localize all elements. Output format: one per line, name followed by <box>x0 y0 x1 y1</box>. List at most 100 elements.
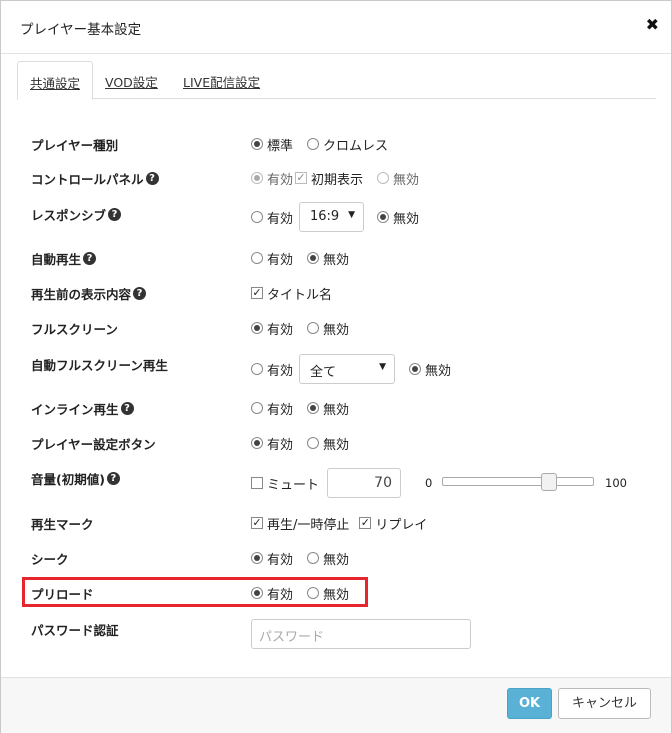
radio-button[interactable] <box>409 363 421 375</box>
password-input[interactable]: パスワード <box>251 619 471 649</box>
tab-vod-settings[interactable]: VOD設定 <box>93 61 170 99</box>
dialog-title: プレイヤー基本設定 <box>20 22 142 38</box>
responsive-disabled-option[interactable]: 無効 <box>377 208 419 227</box>
dialog-footer: OK キャンセル <box>1 677 671 733</box>
radio-button[interactable] <box>307 322 320 334</box>
option-label: 有効 <box>267 552 294 568</box>
radio-button[interactable] <box>251 552 263 564</box>
checkbox[interactable]: ✓ <box>251 517 263 529</box>
option-label: 有効 <box>267 437 294 453</box>
volume-max-label: 100 <box>605 476 627 490</box>
settings-button-enabled-option[interactable]: 有効 <box>251 434 293 453</box>
auto-fullscreen-select[interactable]: 全て ▼ <box>299 354 395 384</box>
ok-button[interactable]: OK <box>507 688 552 719</box>
play-mark-play-pause-option[interactable]: ✓ 再生/一時停止 <box>251 514 349 533</box>
label-text: レスポンシブ <box>31 207 107 223</box>
option-label: ミュート <box>267 477 320 493</box>
player-type-standard-option[interactable]: 標準 <box>251 135 293 154</box>
option-label: 有効 <box>267 252 294 268</box>
checkbox[interactable]: ✓ <box>251 287 263 299</box>
autoplay-enabled-option[interactable]: 有効 <box>251 249 293 268</box>
radio-button[interactable] <box>307 138 320 150</box>
play-mark-label: 再生マーク <box>31 516 94 532</box>
volume-slider-track[interactable] <box>442 477 594 486</box>
pre-play-title-option[interactable]: ✓ タイトル名 <box>251 284 332 303</box>
radio-button[interactable] <box>307 552 320 564</box>
option-label: 無効 <box>323 252 350 268</box>
tab-common-settings[interactable]: 共通設定 <box>17 61 94 100</box>
control-panel-enabled-option: 有効 <box>251 169 293 188</box>
help-icon[interactable]: ? <box>145 171 159 185</box>
radio-button[interactable] <box>251 363 263 375</box>
option-label: 初期表示 <box>311 172 364 188</box>
control-panel-initial-display-option[interactable]: ✓ 初期表示 <box>295 169 363 188</box>
fullscreen-enabled-option[interactable]: 有効 <box>251 319 293 338</box>
tab-live-settings[interactable]: LIVE配信設定 <box>171 61 272 99</box>
inline-play-label: インライン再生? <box>31 398 134 418</box>
option-label: 有効 <box>267 363 294 379</box>
close-icon[interactable]: ✖ <box>646 16 659 34</box>
player-type-label: プレイヤー種別 <box>31 137 119 153</box>
setting-row-password: パスワード認証 パスワード <box>1 619 671 653</box>
responsive-enabled-option[interactable]: 有効 <box>251 208 293 227</box>
setting-row-play-mark: 再生マーク ✓ 再生/一時停止 ✓ リプレイ <box>1 513 671 541</box>
help-icon[interactable]: ? <box>120 401 134 415</box>
volume-mute-option[interactable]: ミュート <box>251 474 319 493</box>
radio-button[interactable] <box>251 587 263 599</box>
radio-button[interactable] <box>251 402 263 414</box>
radio-button[interactable] <box>251 437 263 449</box>
help-icon[interactable]: ? <box>133 286 147 300</box>
radio-button[interactable] <box>307 587 320 599</box>
help-icon[interactable]: ? <box>106 471 120 485</box>
select-value: 16:9 <box>310 209 340 224</box>
autoplay-disabled-option[interactable]: 無効 <box>307 249 349 268</box>
radio-button[interactable] <box>307 402 320 414</box>
checkbox[interactable]: ✓ <box>295 172 308 184</box>
radio-button[interactable] <box>307 437 320 449</box>
control-panel-disabled-option: 無効 <box>377 169 419 188</box>
responsive-ratio-select[interactable]: 16:9 ▼ <box>299 202 364 232</box>
player-type-chromeless-option[interactable]: クロムレス <box>307 135 388 154</box>
auto-fullscreen-enabled-option[interactable]: 有効 <box>251 360 293 379</box>
preload-enabled-option[interactable]: 有効 <box>251 584 293 603</box>
setting-row-responsive: レスポンシブ? 有効 16:9 ▼ 無効 <box>1 202 671 232</box>
volume-label: 音量(初期値)? <box>31 468 120 488</box>
checkbox[interactable]: ✓ <box>359 517 372 529</box>
radio-button[interactable] <box>307 252 320 264</box>
option-label: 無効 <box>425 363 452 379</box>
radio-button[interactable] <box>251 252 263 264</box>
responsive-label: レスポンシブ? <box>31 204 122 224</box>
play-mark-replay-option[interactable]: ✓ リプレイ <box>359 514 427 533</box>
settings-button-disabled-option[interactable]: 無効 <box>307 434 349 453</box>
radio-button[interactable] <box>251 138 263 150</box>
seek-enabled-option[interactable]: 有効 <box>251 549 293 568</box>
setting-row-fullscreen: フルスクリーン 有効 無効 <box>1 318 671 346</box>
radio-button[interactable] <box>251 322 263 334</box>
label-text: コントロールパネル <box>31 171 144 187</box>
help-icon[interactable]: ? <box>108 207 122 221</box>
label-text: インライン再生 <box>31 401 119 417</box>
label-text: 自動再生 <box>31 251 82 267</box>
password-label: パスワード認証 <box>31 622 119 638</box>
auto-fullscreen-disabled-option[interactable]: 無効 <box>409 360 451 379</box>
volume-input[interactable]: 70 <box>327 468 401 498</box>
radio-button[interactable] <box>251 211 263 223</box>
inline-play-enabled-option[interactable]: 有効 <box>251 399 293 418</box>
fullscreen-disabled-option[interactable]: 無効 <box>307 319 349 338</box>
cancel-button[interactable]: キャンセル <box>558 688 651 719</box>
setting-row-inline-play: インライン再生? 有効 無効 <box>1 398 671 426</box>
volume-slider-handle[interactable] <box>541 473 558 491</box>
seek-disabled-option[interactable]: 無効 <box>307 549 349 568</box>
fullscreen-label: フルスクリーン <box>31 321 118 337</box>
inline-play-disabled-option[interactable]: 無効 <box>307 399 349 418</box>
checkbox[interactable] <box>251 477 263 489</box>
autoplay-label: 自動再生? <box>31 248 97 268</box>
help-icon[interactable]: ? <box>83 251 97 265</box>
radio-button[interactable] <box>377 211 389 223</box>
preload-disabled-option[interactable]: 無効 <box>307 584 349 603</box>
option-label: 有効 <box>267 402 294 418</box>
radio-button <box>377 172 390 184</box>
label-text: 音量(初期値) <box>31 471 105 487</box>
setting-row-volume: 音量(初期値)? ミュート 70 0 100 <box>1 468 671 504</box>
option-label: 標準 <box>267 138 294 154</box>
